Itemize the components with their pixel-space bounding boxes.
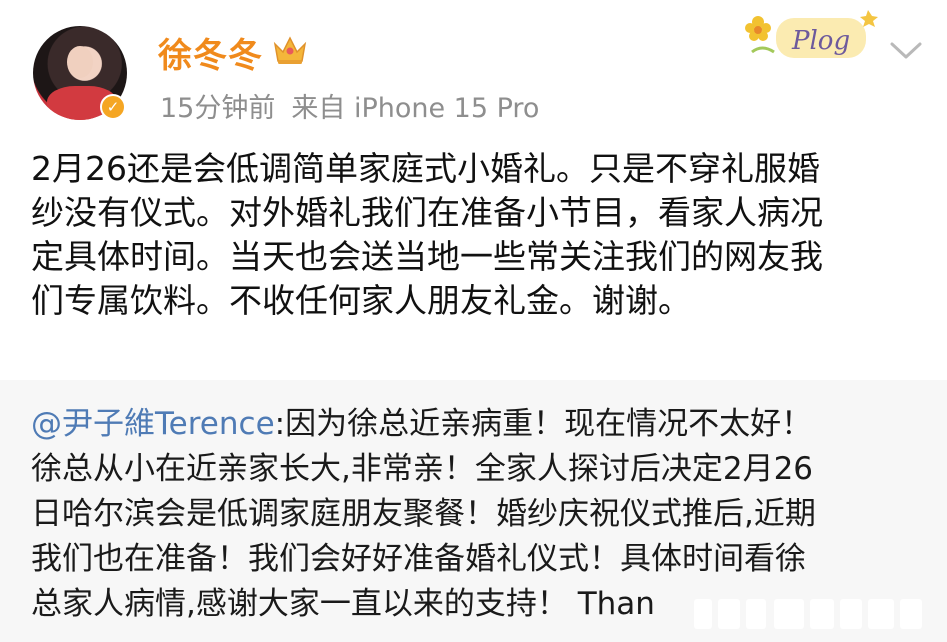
chevron-down-icon[interactable] [888, 38, 924, 62]
avatar-face [67, 46, 93, 78]
post-line: 2月26还是会低调简单家庭式小婚礼。只是不穿礼服婚 [31, 149, 820, 188]
post-time: 15分钟前 [160, 93, 276, 124]
verified-badge-icon: ✓ [100, 94, 126, 120]
post-line: 定具体时间。当天也会送当地一些常关注我们的网友我 [31, 237, 823, 276]
mention-link[interactable]: @尹子維Terence [31, 406, 275, 442]
post-content: 2月26还是会低调简单家庭式小婚礼。只是不穿礼服婚 纱没有仪式。对外婚礼我们在准… [31, 147, 911, 323]
repost-line: 我们也在准备！我们会好好准备婚礼仪式！具体时间看徐 [31, 541, 806, 577]
plog-sticker-icon: Plog [745, 10, 878, 58]
repost-first-line: @尹子維Terence:因为徐总近亲病重！现在情况不太好！ [31, 402, 911, 447]
username[interactable]: 徐冬冬 [158, 28, 263, 77]
repost-line-rest: :因为徐总近亲病重！现在情况不太好！ [274, 406, 813, 442]
post-line: 纱没有仪式。对外婚礼我们在准备小节目，看家人病况 [31, 193, 823, 232]
plog-sticker-text: Plog [791, 26, 850, 56]
watermark-overlay [694, 599, 922, 629]
repost-line: 徐总从小在近亲家长大,非常亲！全家人探讨后决定2月26 [31, 451, 814, 487]
repost-line: 日哈尔滨会是低调家庭朋友聚餐！婚纱庆祝仪式推后,近期 [31, 496, 816, 532]
post-meta: 15分钟前 来自 iPhone 15 Pro [160, 86, 555, 125]
post-line: 们专属饮料。不收任何家人朋友礼金。谢谢。 [31, 281, 691, 320]
post-source: 来自 iPhone 15 Pro [291, 93, 540, 124]
crown-icon [273, 36, 307, 64]
